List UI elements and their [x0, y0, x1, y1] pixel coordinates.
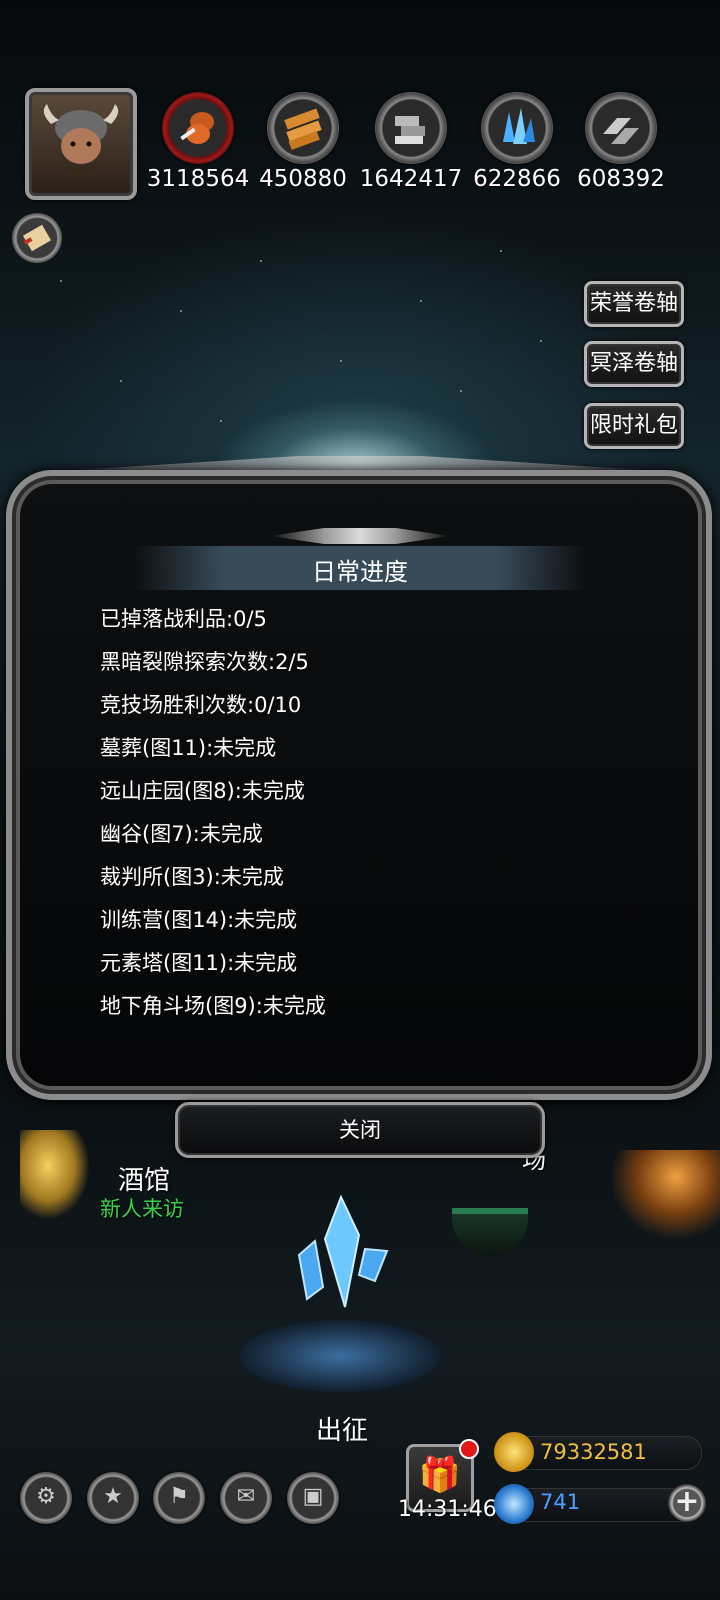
progress-item: 黑暗裂隙探索次数:2/5: [100, 650, 309, 674]
progress-item: 幽谷(图7):未完成: [100, 822, 263, 846]
progress-item: 训练营(图14):未完成: [100, 908, 298, 932]
daily-progress-dialog: 日常进度 已掉落战利品:0/5 黑暗裂隙探索次数:2/5 竞技场胜利次数:0/1…: [0, 0, 720, 1600]
progress-item: 竞技场胜利次数:0/10: [100, 693, 302, 717]
dialog-title: 日常进度: [312, 558, 408, 586]
progress-item: 裁判所(图3):未完成: [100, 865, 284, 889]
progress-list[interactable]: 已掉落战利品:0/5 黑暗裂隙探索次数:2/5 竞技场胜利次数:0/10 墓葬(…: [100, 598, 660, 1048]
progress-item: 墓葬(图11):未完成: [100, 736, 277, 760]
progress-item: 地下角斗场(图9):未完成: [100, 994, 326, 1018]
progress-item: 已掉落战利品:0/5: [100, 607, 267, 631]
close-button[interactable]: 关闭: [175, 1102, 545, 1158]
progress-item: 元素塔(图11):未完成: [100, 951, 298, 975]
progress-item: 远山庄园(图8):未完成: [100, 779, 305, 803]
